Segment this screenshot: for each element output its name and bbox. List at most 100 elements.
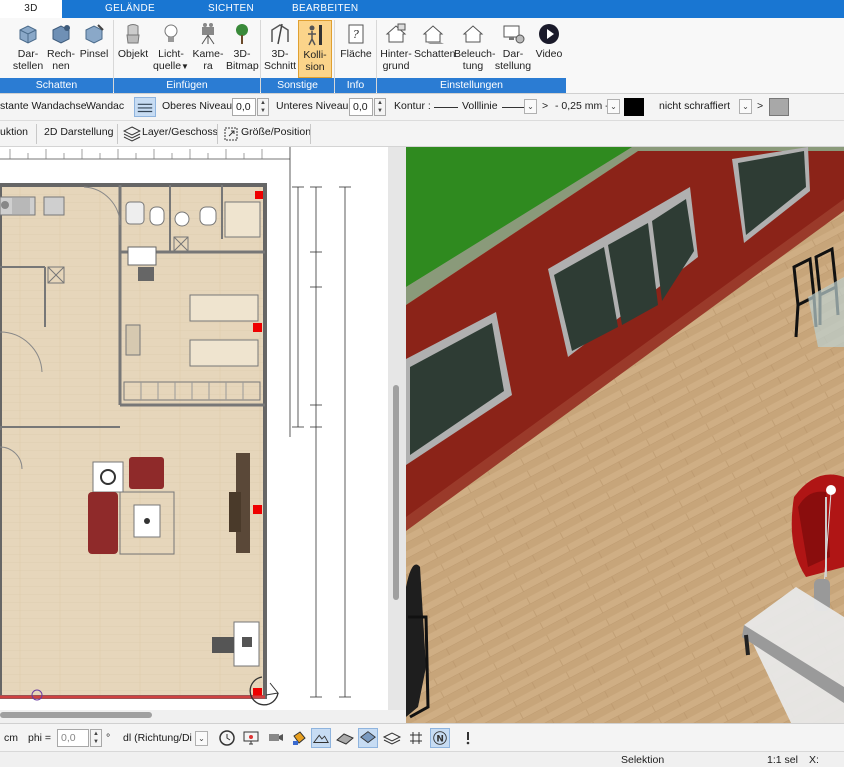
darstellen-button[interactable]: Dar- stellen bbox=[10, 20, 46, 78]
line-next-arrow[interactable]: > bbox=[542, 100, 548, 112]
lichtquelle-button[interactable]: Licht- quelle▼ bbox=[152, 20, 190, 78]
kontur-label: Kontur : bbox=[394, 100, 431, 112]
view-toolbar: uktion 2D Darstellung Layer/Geschoss Grö… bbox=[0, 121, 844, 147]
flaeche-icon: ? bbox=[348, 24, 364, 44]
unteres-niveau-stepper[interactable]: ▲ ▼ bbox=[374, 98, 386, 116]
line-style-value: Volllinie bbox=[462, 100, 498, 112]
bitmap-icon bbox=[236, 24, 248, 44]
line-style-dropdown[interactable]: ⌄ bbox=[524, 99, 537, 114]
line-preview-left bbox=[434, 107, 458, 108]
beleuchtung-button[interactable]: Beleuch- tung bbox=[454, 20, 495, 78]
ribbon-tabbar: 3D GELÄNDE SICHTEN BEARBEITEN bbox=[0, 0, 844, 18]
schnitt-button[interactable]: 3D- Schnitt bbox=[263, 20, 297, 78]
group-info: Info bbox=[335, 78, 376, 93]
rechnen-label-1: Rech- bbox=[46, 48, 75, 60]
oberes-niveau-input[interactable]: 0,0 bbox=[232, 98, 256, 116]
plan-horizontal-scrollbar[interactable] bbox=[0, 712, 152, 718]
toolbar-separator bbox=[217, 124, 218, 144]
pinsel-button[interactable]: Pinsel bbox=[78, 20, 110, 78]
property-bar: stante Wandachse Wandac Oberes Niveau 0,… bbox=[0, 94, 844, 121]
direction-dropdown[interactable]: ⌄ bbox=[195, 731, 208, 746]
line-color-swatch[interactable] bbox=[624, 98, 644, 116]
3d-scene[interactable] bbox=[406, 147, 844, 725]
beleuchtung-label-2: tung bbox=[462, 60, 484, 72]
fill-dropdown[interactable]: ⌄ bbox=[739, 99, 752, 114]
konstruktion-button[interactable]: uktion bbox=[0, 126, 28, 138]
darstellung-button[interactable]: Dar- stellung bbox=[494, 20, 532, 78]
kamera-icon bbox=[201, 23, 215, 45]
objekt-button[interactable]: Objekt bbox=[116, 20, 150, 78]
wandachse-select[interactable]: Wandac bbox=[86, 100, 124, 112]
flaeche-button[interactable]: ? Fläche bbox=[338, 20, 374, 78]
tab-sichten[interactable]: SICHTEN bbox=[206, 0, 256, 18]
layers-3d-icon[interactable] bbox=[358, 728, 378, 748]
darstellen-label-1: Dar- bbox=[17, 48, 39, 60]
paint-bucket-icon[interactable] bbox=[289, 728, 309, 748]
pinsel-icon bbox=[85, 24, 104, 44]
kollision-label-2: sion bbox=[305, 61, 325, 73]
toolbar-separator bbox=[310, 124, 311, 144]
tab-gelaende[interactable]: GELÄNDE bbox=[100, 0, 160, 18]
flaeche-label: Fläche bbox=[340, 48, 372, 60]
plan-vertical-scrollbar[interactable] bbox=[393, 385, 399, 600]
2d-darstellung-button[interactable]: 2D Darstellung bbox=[44, 126, 113, 138]
ribbon: Dar- stellen Rech- nen Pinsel Schatten O… bbox=[0, 18, 844, 94]
oberes-niveau-label: Oberes Niveau bbox=[162, 100, 233, 112]
clock-icon[interactable] bbox=[217, 728, 237, 748]
phi-input[interactable]: 0,0 bbox=[57, 729, 89, 747]
stroke-width-dropdown[interactable]: ⌄ bbox=[607, 99, 620, 114]
rechnen-button[interactable]: Rech- nen bbox=[46, 20, 76, 78]
3d-view[interactable] bbox=[406, 147, 844, 725]
kollision-button[interactable]: Kolli- sion bbox=[298, 20, 332, 78]
floor-plan-drawing[interactable] bbox=[0, 147, 388, 710]
video-button[interactable]: Video bbox=[534, 20, 564, 78]
schnitt-icon bbox=[271, 23, 289, 45]
schatten-label: Schatten bbox=[414, 48, 456, 60]
bitmap-button[interactable]: 3D- Bitmap bbox=[226, 20, 259, 78]
darstellung-label-2: stellung bbox=[494, 60, 532, 72]
schatten-icon bbox=[422, 25, 444, 44]
schnitt-label-1: 3D- bbox=[271, 48, 289, 60]
fill-next-arrow[interactable]: > bbox=[757, 100, 763, 112]
more-options-icon[interactable] bbox=[458, 728, 478, 748]
video-icon bbox=[539, 24, 559, 44]
unit-label: cm bbox=[4, 732, 18, 744]
layer-geschoss-button[interactable]: Layer/Geschoss bbox=[142, 126, 218, 138]
grid-icon[interactable] bbox=[406, 728, 426, 748]
layer-icon bbox=[123, 126, 141, 142]
schatten-button[interactable]: Schatten bbox=[414, 20, 456, 78]
direction-select[interactable]: dl (Richtung/Di bbox=[123, 732, 192, 744]
video-label: Video bbox=[535, 48, 563, 60]
monitor-icon[interactable] bbox=[241, 728, 261, 748]
wall-axis-icon[interactable] bbox=[134, 97, 156, 117]
darstellung-icon bbox=[503, 25, 525, 44]
fill-select[interactable]: nicht schraffiert bbox=[659, 100, 730, 112]
status-x-label: X: bbox=[809, 754, 819, 766]
camera-path-icon[interactable] bbox=[265, 728, 285, 748]
north-icon[interactable]: N bbox=[430, 728, 450, 748]
lichtquelle-icon bbox=[164, 24, 178, 42]
stroke-width-select[interactable]: - 0,25 mm - bbox=[555, 100, 609, 112]
oberes-niveau-stepper[interactable]: ▲ ▼ bbox=[257, 98, 269, 116]
phi-stepper[interactable]: ▲ ▼ bbox=[90, 729, 102, 747]
kamera-button[interactable]: Kame- ra bbox=[192, 20, 224, 78]
unteres-niveau-input[interactable]: 0,0 bbox=[349, 98, 373, 116]
chevron-down-icon[interactable]: ▼ bbox=[181, 62, 189, 71]
group-sonstige: Sonstige bbox=[261, 78, 334, 93]
kamera-label-1: Kame- bbox=[192, 48, 224, 60]
floor-plan-2d[interactable] bbox=[0, 147, 388, 710]
group-einstellungen: Einstellungen bbox=[377, 78, 566, 93]
surface-icon[interactable] bbox=[382, 728, 402, 748]
lichtquelle-label-2: quelle bbox=[153, 60, 182, 72]
fill-color-swatch[interactable] bbox=[769, 98, 789, 116]
tab-3d[interactable]: 3D bbox=[0, 0, 62, 18]
darstellen-icon bbox=[19, 25, 37, 44]
objekt-icon bbox=[126, 24, 140, 44]
kamera-label-2: ra bbox=[203, 60, 213, 72]
kollision-icon bbox=[308, 25, 322, 46]
terrain-icon[interactable] bbox=[311, 728, 331, 748]
hintergrund-button[interactable]: Hinter- grund bbox=[378, 20, 414, 78]
texture-icon[interactable] bbox=[335, 728, 355, 748]
groesse-position-button[interactable]: Größe/Position bbox=[241, 126, 311, 138]
tab-bearbeiten[interactable]: BEARBEITEN bbox=[292, 0, 358, 18]
